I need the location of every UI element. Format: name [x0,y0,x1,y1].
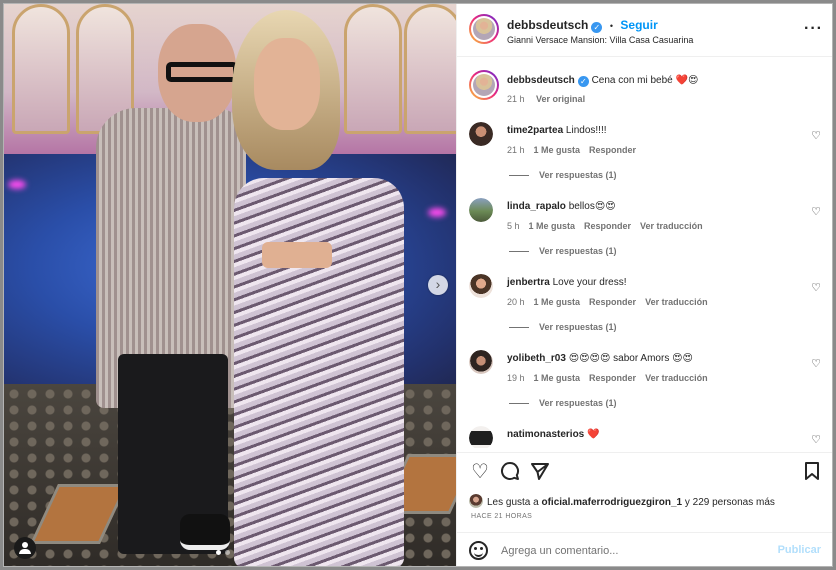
view-replies-button[interactable]: Ver respuestas (1) [509,170,617,180]
comment-username[interactable]: time2partea [507,125,563,136]
comment-username[interactable]: jenbertra [507,277,550,288]
more-horizontal-icon[interactable]: ··· [804,21,823,37]
tagged-users-icon[interactable] [14,537,36,559]
location-link[interactable]: Gianni Versace Mansion: Villa Casa Casua… [507,35,693,45]
post-dialog: › debbsdeutsch ✓ • Seguir Gianni Versace … [3,3,833,567]
comment-icon[interactable] [499,461,521,483]
emoji-icon[interactable] [469,541,488,560]
see-translation-button[interactable]: Ver traducción [640,221,703,231]
post-comment-button[interactable]: Publicar [778,544,821,556]
verified-icon: ✓ [591,22,603,33]
comment-text: Lindos!!!! [565,125,607,136]
follow-button[interactable]: Seguir [620,18,657,32]
like-heart-icon[interactable]: ♡ [469,461,491,483]
post-photo[interactable]: › [4,4,456,566]
caption: debbsdeutsch ✓ Cena con mi bebé ❤️😍 21 h … [457,70,832,110]
post-side-panel: debbsdeutsch ✓ • Seguir Gianni Versace Ma… [456,4,832,566]
heart-icon[interactable]: ♡ [811,129,821,142]
reply-button[interactable]: Responder [589,145,636,155]
view-replies-button[interactable]: Ver respuestas (1) [509,398,617,408]
comment-likes[interactable]: 1 Me gusta [534,373,581,383]
comment-text: ❤️ [587,429,600,440]
author-username[interactable]: debbsdeutsch [507,18,588,32]
comment-text: bellos😍😍 [568,201,616,212]
likes-count-link[interactable]: y 229 personas más [682,497,775,508]
avatar[interactable] [469,70,499,100]
avatar[interactable] [469,122,493,146]
bookmark-icon[interactable] [801,461,823,483]
woman [194,10,404,566]
avatar[interactable] [469,350,493,374]
avatar[interactable] [469,426,493,448]
comment-input[interactable] [501,541,761,561]
post-time: HACE 21 HORAS [471,513,533,520]
avatar[interactable] [469,14,499,44]
reply-button[interactable]: Responder [584,221,631,231]
caption-text: Cena con mi bebé ❤️😍 [591,75,699,86]
heart-icon[interactable]: ♡ [811,205,821,218]
comment-username[interactable]: yolibeth_r03 [507,353,566,364]
view-replies-button[interactable]: Ver respuestas (1) [509,246,617,256]
carousel-dots [216,550,230,555]
heart-icon[interactable]: ♡ [811,281,821,294]
comments-list: debbsdeutsch ✓ Cena con mi bebé ❤️😍 21 h … [457,58,832,448]
verified-icon: ✓ [577,76,589,87]
comment-item: natimonasterios ❤️ ♡ [457,424,832,448]
avatar [469,494,483,508]
post-header: debbsdeutsch ✓ • Seguir Gianni Versace Ma… [457,4,832,57]
liker-username[interactable]: oficial.maferrodriguezgiron_1 [541,497,682,508]
comment-item: yolibeth_r03 😍😍😍😍 sabor Amors 😍😍 19 h1 M… [457,348,832,424]
heart-icon[interactable]: ♡ [811,433,821,446]
likes-summary: Les gusta a oficial.maferrodriguezgiron_… [469,494,775,508]
comment-username[interactable]: natimonasterios [507,429,584,440]
reply-button[interactable]: Responder [589,297,636,307]
next-photo-button[interactable]: › [428,275,448,295]
see-original-link[interactable]: Ver original [536,94,585,104]
comment-item: time2partea Lindos!!!! 21 h1 Me gusta Res… [457,120,832,196]
comment-likes[interactable]: 1 Me gusta [534,297,581,307]
caption-username[interactable]: debbsdeutsch [507,75,575,86]
avatar[interactable] [469,274,493,298]
comment-composer: Publicar [457,532,832,566]
comment-text: 😍😍😍😍 sabor Amors 😍😍 [568,353,693,364]
see-translation-button[interactable]: Ver traducción [645,373,708,383]
comment-item: linda_rapalo bellos😍😍 5 h1 Me gusta Respo… [457,196,832,272]
post-actions: ♡ Les gusta a oficial.maferrodriguezgiro… [457,452,832,540]
comment-likes[interactable]: 1 Me gusta [529,221,576,231]
comment-likes[interactable]: 1 Me gusta [534,145,581,155]
comment-username[interactable]: linda_rapalo [507,201,566,212]
reply-button[interactable]: Responder [589,373,636,383]
comment-item: jenbertra Love your dress! 20 h1 Me gust… [457,272,832,348]
avatar[interactable] [469,198,493,222]
share-send-icon[interactable] [529,461,551,483]
caption-time: 21 h [507,94,525,104]
heart-icon[interactable]: ♡ [811,357,821,370]
comment-text: Love your dress! [552,277,627,288]
see-translation-button[interactable]: Ver traducción [645,297,708,307]
chevron-right-icon: › [435,276,441,292]
view-replies-button[interactable]: Ver respuestas (1) [509,322,617,332]
